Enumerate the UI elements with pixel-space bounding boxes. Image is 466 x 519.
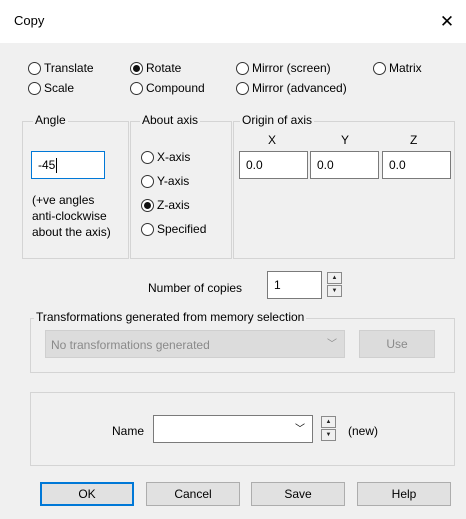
name-combo[interactable]: ﹀ <box>153 415 313 443</box>
angle-hint-line: anti-clockwise <box>32 209 107 223</box>
radio-z-axis[interactable]: Z-axis <box>141 198 190 212</box>
title-bar: Copy ✕ <box>0 0 466 43</box>
radio-circle <box>28 81 41 95</box>
radio-circle <box>28 61 41 75</box>
radio-circle <box>141 222 154 236</box>
radio-rotate[interactable]: Rotate <box>130 61 181 75</box>
radio-label: Mirror (advanced) <box>252 81 347 95</box>
origin-x-label: X <box>268 133 277 147</box>
radio-scale[interactable]: Scale <box>28 81 74 95</box>
cancel-button[interactable]: Cancel <box>146 482 240 506</box>
origin-z-input[interactable]: 0.0 <box>382 151 451 179</box>
origin-group-label: Origin of axis <box>240 113 315 127</box>
about-axis-group-label: About axis <box>140 113 201 127</box>
radio-label: Scale <box>44 81 75 95</box>
window-title: Copy <box>14 13 45 28</box>
radio-matrix[interactable]: Matrix <box>373 61 422 75</box>
copies-spinner[interactable]: ▲ ▼ <box>327 272 342 297</box>
origin-x-input[interactable]: 0.0 <box>239 151 308 179</box>
name-label: Name <box>112 424 145 438</box>
about-axis-group <box>130 121 232 259</box>
radio-label: Compound <box>146 81 205 95</box>
radio-x-axis[interactable]: X-axis <box>141 150 190 164</box>
radio-circle <box>141 150 154 164</box>
radio-label: Translate <box>44 61 94 75</box>
radio-specified[interactable]: Specified <box>141 222 206 236</box>
copies-label: Number of copies <box>148 281 243 295</box>
help-button[interactable]: Help <box>357 482 451 506</box>
spin-up-icon[interactable]: ▲ <box>327 272 342 284</box>
origin-y-label: Y <box>341 133 350 147</box>
radio-circle-selected <box>130 61 143 75</box>
radio-circle <box>236 61 249 75</box>
transformations-dropdown[interactable]: No transformations generated ﹀ <box>45 330 345 358</box>
name-spinner[interactable]: ▲ ▼ <box>321 416 336 441</box>
close-icon[interactable]: ✕ <box>434 9 460 35</box>
save-button[interactable]: Save <box>251 482 345 506</box>
radio-circle-selected <box>141 198 154 212</box>
origin-y-input[interactable]: 0.0 <box>310 151 379 179</box>
radio-label: Mirror (screen) <box>252 61 331 75</box>
radio-label: Matrix <box>389 61 422 75</box>
angle-hint: (+ve angles anti-clockwise about the axi… <box>32 192 111 240</box>
angle-value: -45 <box>38 158 56 172</box>
copies-input[interactable]: 1 <box>267 271 322 299</box>
chevron-down-icon: ﹀ <box>327 339 337 350</box>
spin-up-icon[interactable]: ▲ <box>321 416 336 428</box>
transformations-selected: No transformations generated <box>51 338 210 352</box>
radio-label: Y-axis <box>157 174 190 188</box>
transformations-group-label: Transformations generated from memory se… <box>34 310 307 324</box>
angle-group-label: Angle <box>33 113 68 127</box>
use-button[interactable]: Use <box>359 330 435 358</box>
ok-button[interactable]: OK <box>40 482 134 506</box>
radio-circle <box>130 81 143 95</box>
radio-label: Specified <box>157 222 207 236</box>
radio-circle <box>236 81 249 95</box>
radio-compound[interactable]: Compound <box>130 81 205 95</box>
chevron-down-icon: ﹀ <box>295 424 305 435</box>
text-caret <box>56 158 58 174</box>
radio-translate[interactable]: Translate <box>28 61 94 75</box>
radio-label: X-axis <box>157 150 191 164</box>
radio-y-axis[interactable]: Y-axis <box>141 174 189 188</box>
origin-z-label: Z <box>410 133 418 147</box>
angle-hint-line: about the axis) <box>32 225 111 239</box>
name-status: (new) <box>348 424 379 438</box>
spin-down-icon[interactable]: ▼ <box>327 285 342 297</box>
radio-label: Z-axis <box>157 198 190 212</box>
angle-hint-line: (+ve angles <box>32 193 95 207</box>
radio-label: Rotate <box>146 61 182 75</box>
radio-mirror-advanced[interactable]: Mirror (advanced) <box>236 81 347 95</box>
angle-input[interactable]: -45 <box>31 151 105 179</box>
radio-mirror-screen[interactable]: Mirror (screen) <box>236 61 331 75</box>
radio-circle <box>141 174 154 188</box>
radio-circle <box>373 61 386 75</box>
spin-down-icon[interactable]: ▼ <box>321 429 336 441</box>
